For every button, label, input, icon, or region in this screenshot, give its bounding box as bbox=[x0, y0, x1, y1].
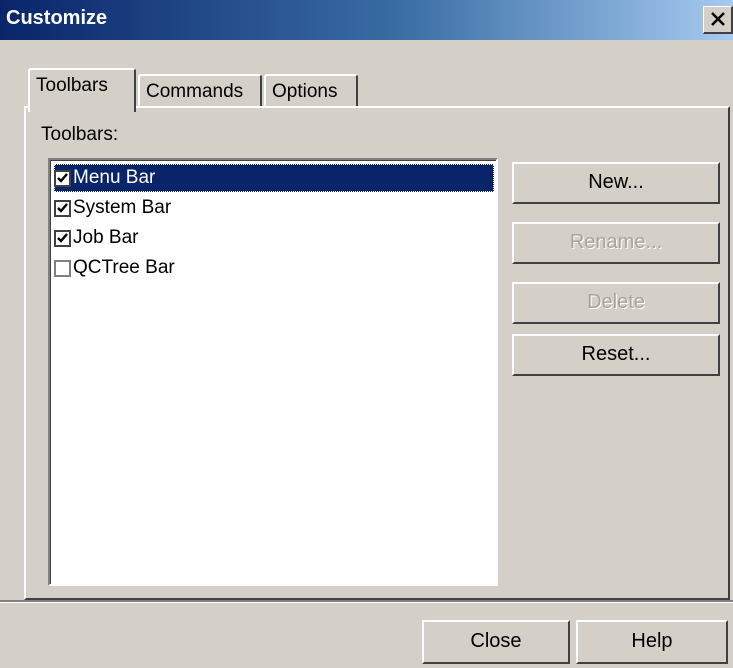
toolbars-tab-panel: Toolbars: Menu Bar System Bar Job Bar QC… bbox=[24, 106, 730, 600]
tab-options[interactable]: Options bbox=[264, 74, 358, 110]
list-item-label: QCTree Bar bbox=[73, 257, 175, 278]
reset-button[interactable]: Reset... bbox=[512, 334, 720, 376]
tab-toolbars-label: Toolbars bbox=[36, 75, 108, 96]
checkmark-icon bbox=[57, 202, 68, 213]
tab-commands-label: Commands bbox=[146, 81, 244, 102]
close-window-button[interactable] bbox=[703, 6, 733, 34]
checkbox-menu-bar[interactable] bbox=[54, 169, 71, 187]
help-button[interactable]: Help bbox=[576, 620, 728, 664]
tab-options-label: Options bbox=[272, 81, 338, 102]
title-bar: Customize bbox=[0, 0, 733, 40]
rename-button[interactable]: Rename... bbox=[512, 222, 720, 264]
checkmark-icon bbox=[57, 232, 68, 243]
checkbox-qctree-bar[interactable] bbox=[54, 259, 71, 277]
window-title: Customize bbox=[6, 7, 108, 29]
close-button[interactable]: Close bbox=[422, 620, 570, 664]
list-item[interactable]: Job Bar bbox=[54, 224, 494, 252]
divider bbox=[0, 600, 733, 603]
toolbars-heading: Toolbars: bbox=[41, 124, 119, 145]
new-button[interactable]: New... bbox=[512, 162, 720, 204]
checkmark-icon bbox=[57, 172, 68, 183]
toolbars-listbox[interactable]: Menu Bar System Bar Job Bar QCTree Bar bbox=[48, 158, 498, 586]
list-item-label: System Bar bbox=[73, 197, 172, 218]
list-item-label: Menu Bar bbox=[73, 167, 156, 188]
tab-commands[interactable]: Commands bbox=[138, 74, 262, 110]
close-icon bbox=[711, 12, 725, 26]
tab-toolbars[interactable]: Toolbars bbox=[28, 68, 136, 112]
list-item[interactable]: Menu Bar bbox=[54, 164, 494, 192]
checkbox-job-bar[interactable] bbox=[54, 229, 71, 247]
list-item[interactable]: QCTree Bar bbox=[54, 254, 494, 282]
list-item-label: Job Bar bbox=[73, 227, 139, 248]
delete-button[interactable]: Delete bbox=[512, 282, 720, 324]
list-item[interactable]: System Bar bbox=[54, 194, 494, 222]
checkbox-system-bar[interactable] bbox=[54, 199, 71, 217]
